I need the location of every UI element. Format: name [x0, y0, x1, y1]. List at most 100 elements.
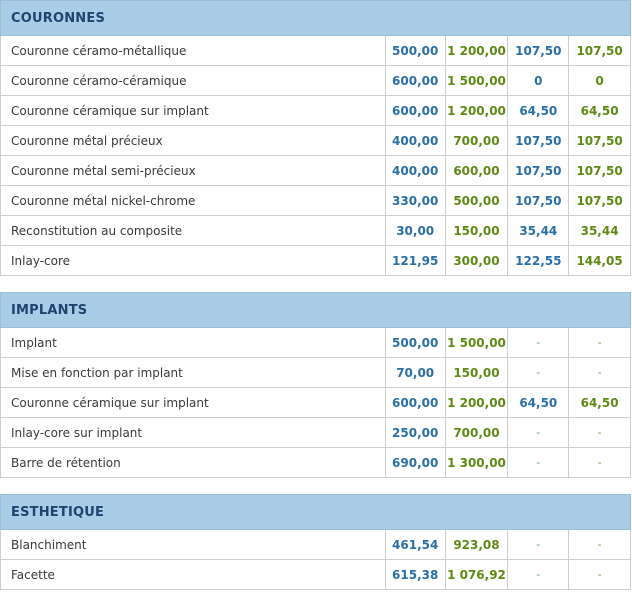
cell-col3-text: -: [536, 568, 541, 581]
cell-col4-text: -: [597, 456, 602, 469]
cell-col4-text: -: [597, 426, 602, 439]
section-couronnes: COURONNES Couronne céramo-métallique 500,…: [0, 0, 631, 276]
cell-col1-text: 615,38: [392, 567, 439, 582]
row-label-text: Inlay-core sur implant: [11, 425, 143, 440]
table-row: Couronne céramo-céramique 600,00 1 500,00 0…: [0, 66, 631, 96]
cell-col1-text: 600,00: [392, 103, 439, 118]
cell-col2: 1 200,00: [446, 388, 509, 417]
cell-col1-text: 690,00: [392, 455, 439, 470]
row-label-text: Reconstitution au composite: [11, 223, 183, 238]
cell-col3: -: [508, 358, 570, 387]
cell-col1-text: 121,95: [392, 253, 439, 268]
cell-col3-text: -: [536, 538, 541, 551]
cell-col1-text: 500,00: [392, 335, 439, 350]
cell-col2: 1 200,00: [446, 36, 509, 65]
cell-col1: 461,54: [386, 530, 446, 559]
cell-col3: 64,50: [508, 388, 570, 417]
table-row: Couronne métal nickel-chrome 330,00 500,00…: [0, 186, 631, 216]
cell-col2: 500,00: [446, 186, 509, 215]
cell-col4: 0: [569, 66, 630, 95]
table-row: Inlay-core sur implant 250,00 700,00 - -: [0, 418, 631, 448]
cell-col3: 107,50: [508, 126, 570, 155]
table-row: Couronne céramo-métallique 500,00 1 200,00…: [0, 36, 631, 66]
table-body: Blanchiment 461,54 923,08 - - Facette 615,38 1 …: [0, 530, 631, 590]
section-header: COURONNES: [0, 0, 631, 36]
cell-col2-text: 923,08: [453, 537, 500, 552]
section-esthetique: ESTHETIQUE Blanchiment 461,54 923,08- - Face…: [0, 494, 631, 590]
cell-col4-text: -: [597, 538, 602, 551]
cell-col4: -: [569, 530, 630, 559]
cell-col3-text: -: [536, 366, 541, 379]
cell-col4-text: -: [597, 366, 602, 379]
cell-col4: -: [569, 328, 630, 357]
row-label: Couronne céramique sur implant: [1, 96, 386, 125]
cell-col2-text: 1 076,92: [447, 567, 506, 582]
cell-col1: 250,00: [386, 418, 446, 447]
cell-col3: -: [508, 530, 570, 559]
row-label: Reconstitution au composite: [1, 216, 386, 245]
cell-col4: 144,05: [569, 246, 630, 275]
cell-col2-text: 500,00: [453, 193, 500, 208]
cell-col3-text: 107,50: [515, 133, 562, 148]
cell-col4-text: 107,50: [576, 193, 623, 208]
row-label-text: Mise en fonction par implant: [11, 365, 183, 380]
cell-col2: 1 076,92: [446, 560, 509, 589]
row-label: Couronne métal nickel-chrome: [1, 186, 386, 215]
row-label: Inlay-core sur implant: [1, 418, 386, 447]
cell-col1-text: 30,00: [396, 223, 435, 238]
row-label-text: Inlay-core: [11, 253, 71, 268]
cell-col2: 1 500,00: [446, 328, 509, 357]
cell-col4: 64,50: [569, 388, 630, 417]
cell-col4: 64,50: [569, 96, 630, 125]
cell-col2-text: 1 300,00: [447, 455, 506, 470]
cell-col1-text: 600,00: [392, 395, 439, 410]
cell-col4: -: [569, 358, 630, 387]
cell-col2-text: 700,00: [453, 425, 500, 440]
cell-col2: 923,08: [446, 530, 509, 559]
cell-col1: 500,00: [386, 328, 446, 357]
cell-col1: 30,00: [386, 216, 446, 245]
cell-col1-text: 461,54: [392, 537, 439, 552]
cell-col4-text: 107,50: [576, 163, 623, 178]
cell-col2: 150,00: [446, 358, 509, 387]
cell-col1: 121,95: [386, 246, 446, 275]
cell-col4: -: [569, 418, 630, 447]
cell-col2: 1 300,00: [446, 448, 509, 477]
cell-col3-text: -: [536, 456, 541, 469]
cell-col3-text: 122,55: [515, 253, 562, 268]
table-row: Inlay-core 121,95 300,00 122,55 144,05: [0, 246, 631, 276]
section-header: ESTHETIQUE: [0, 494, 631, 530]
cell-col1: 690,00: [386, 448, 446, 477]
cell-col1: 400,00: [386, 156, 446, 185]
cell-col3: 0: [508, 66, 570, 95]
cell-col2-text: 1 500,00: [447, 335, 506, 350]
row-label-text: Couronne céramique sur implant: [11, 395, 209, 410]
row-label: Barre de rétention: [1, 448, 386, 477]
cell-col4: 107,50: [569, 36, 630, 65]
cell-col3: 35,44: [508, 216, 570, 245]
cell-col3: 107,50: [508, 156, 570, 185]
row-label: Mise en fonction par implant: [1, 358, 386, 387]
row-label-text: Implant: [11, 335, 57, 350]
cell-col1: 600,00: [386, 96, 446, 125]
table-body: Implant 500,00 1 500,00 - - Mise en fonction …: [0, 328, 631, 478]
cell-col4-text: 64,50: [580, 103, 619, 118]
cell-col1-text: 400,00: [392, 163, 439, 178]
row-label: Inlay-core: [1, 246, 386, 275]
cell-col3: -: [508, 418, 570, 447]
cell-col4: 35,44: [569, 216, 630, 245]
table-row: Barre de rétention 690,00 1 300,00 - -: [0, 448, 631, 478]
table-row: Mise en fonction par implant 70,00 150,00 -…: [0, 358, 631, 388]
table-row: Implant 500,00 1 500,00 - -: [0, 328, 631, 358]
cell-col1: 500,00: [386, 36, 446, 65]
cell-col3-text: 0: [534, 73, 543, 88]
row-label: Couronne céramo-céramique: [1, 66, 386, 95]
section-header: IMPLANTS: [0, 292, 631, 328]
cell-col1-text: 400,00: [392, 133, 439, 148]
table-row: Facette 615,38 1 076,92 - -: [0, 560, 631, 590]
cell-col3-text: 64,50: [519, 103, 558, 118]
cell-col1: 400,00: [386, 126, 446, 155]
cell-col4: -: [569, 448, 630, 477]
cell-col2-text: 300,00: [453, 253, 500, 268]
cell-col3-text: 64,50: [519, 395, 558, 410]
